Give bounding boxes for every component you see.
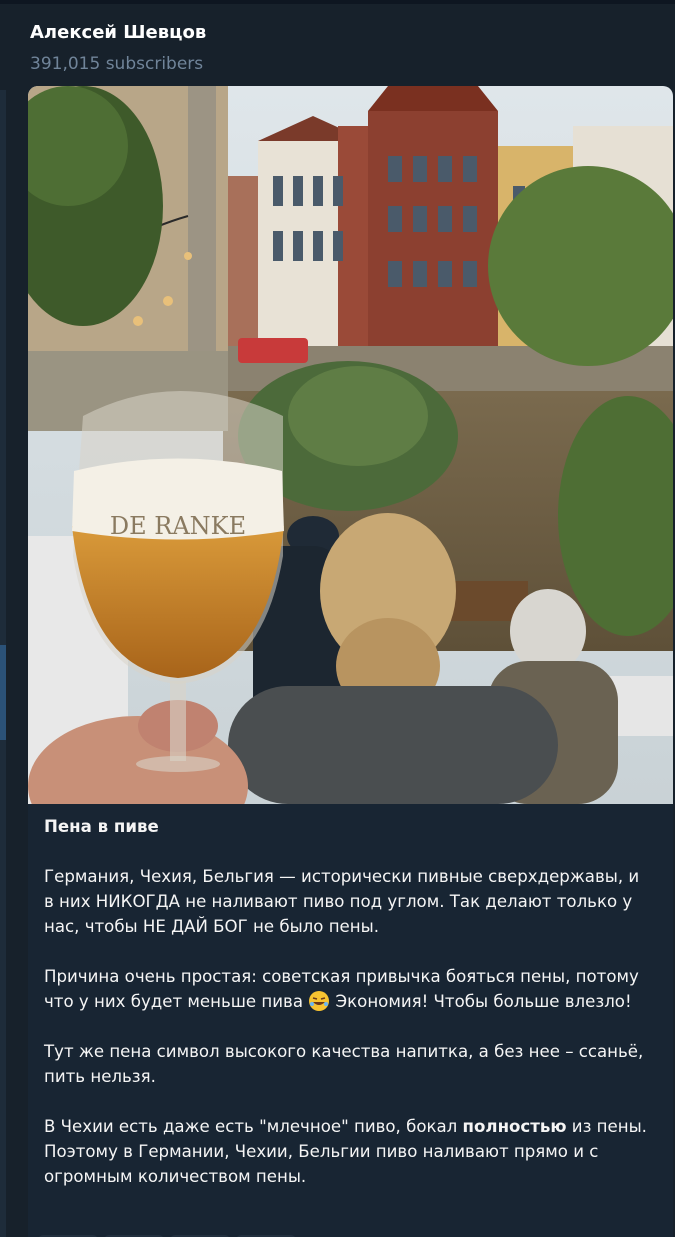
reactions-row — [38, 1230, 302, 1237]
post-paragraph: В Чехии есть даже есть "млечное" пиво, б… — [44, 1114, 654, 1189]
post-text: Пена в пиве Германия, Чехия, Бельгия — и… — [44, 814, 654, 1214]
channel-header[interactable]: Алексей Шевцов 391,015 subscribers — [0, 4, 675, 86]
subscriber-count: 391,015 subscribers — [30, 54, 204, 74]
post-text-span: В Чехии есть даже есть "млечное" пиво, б… — [44, 1117, 463, 1136]
post-text-bold: полностью — [462, 1117, 567, 1136]
post-text-span: Экономия! Чтобы больше влезло! — [330, 992, 632, 1011]
post-paragraph: Причина очень простая: советская привычк… — [44, 964, 654, 1014]
rofl-emoji-icon — [309, 991, 330, 1011]
chat-list-selected-edge — [0, 645, 6, 740]
channel-post: DE RANKE Пена в пиве Германия, Чехия, Бе… — [28, 86, 673, 1237]
glass-logo-text: DE RANKE — [110, 512, 246, 540]
post-title: Пена в пиве — [44, 817, 159, 836]
post-paragraph: Тут же пена символ высокого качества нап… — [44, 1042, 644, 1086]
channel-title[interactable]: Алексей Шевцов — [30, 22, 206, 43]
post-photo[interactable]: DE RANKE — [28, 86, 673, 804]
post-paragraph: Германия, Чехия, Бельгия — исторически п… — [44, 867, 640, 936]
